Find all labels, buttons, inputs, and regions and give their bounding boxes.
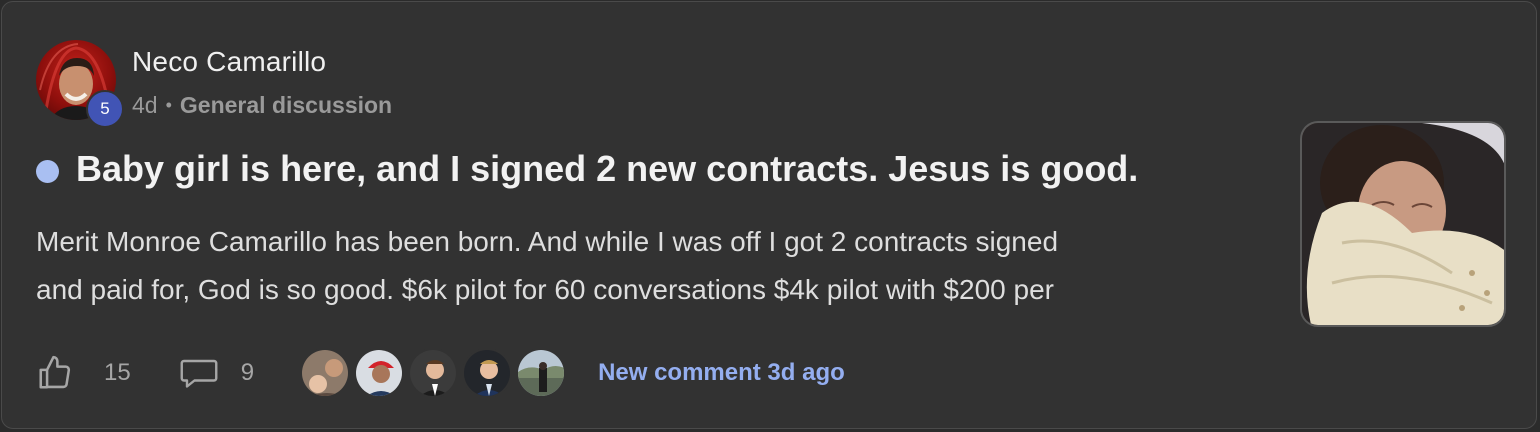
excerpt-line: and paid for, God is so good. $6k pilot …	[36, 274, 1054, 305]
like-count: 15	[104, 359, 131, 386]
like-action[interactable]: 15	[36, 354, 131, 392]
post-age: 4d	[132, 92, 158, 118]
post-footer: 15 9 New comment 3d ago	[36, 346, 845, 400]
commenter-photo-icon	[302, 350, 349, 396]
commenter-avatar[interactable]	[516, 348, 567, 398]
post-meta: 4d • General discussion	[132, 92, 392, 119]
author-avatar-wrap[interactable]: 5	[36, 40, 124, 128]
commenter-avatars[interactable]	[300, 348, 567, 398]
comment-action[interactable]: 9	[179, 355, 254, 391]
thumbs-up-icon[interactable]	[36, 354, 74, 392]
commenter-avatar[interactable]	[408, 348, 459, 398]
commenter-avatar[interactable]	[354, 348, 405, 398]
post-title[interactable]: Baby girl is here, and I signed 2 new co…	[76, 148, 1138, 190]
excerpt-line: Merit Monroe Camarillo has been born. An…	[36, 226, 1059, 257]
commenter-photo-icon	[464, 350, 511, 396]
level-badge: 5	[86, 90, 124, 128]
commenter-avatar[interactable]	[462, 348, 513, 398]
commenter-avatar[interactable]	[300, 348, 351, 398]
commenter-photo-icon	[410, 350, 457, 396]
post-thumbnail[interactable]	[1300, 121, 1506, 327]
newborn-photo-icon	[1302, 123, 1504, 325]
commenter-photo-icon	[356, 350, 403, 396]
post-category[interactable]: General discussion	[180, 92, 392, 119]
author-name[interactable]: Neco Camarillo	[132, 46, 326, 78]
post-excerpt[interactable]: Merit Monroe Camarillo has been born. An…	[36, 218, 1246, 314]
commenter-photo-icon	[518, 350, 565, 396]
unread-indicator	[36, 160, 59, 183]
comment-count: 9	[240, 359, 255, 386]
comment-bubble-icon[interactable]	[179, 355, 219, 391]
new-comment-link[interactable]: New comment 3d ago	[598, 359, 845, 387]
post-card[interactable]: 5 Neco Camarillo 4d • General discussion…	[1, 1, 1537, 429]
meta-separator: •	[165, 95, 172, 115]
